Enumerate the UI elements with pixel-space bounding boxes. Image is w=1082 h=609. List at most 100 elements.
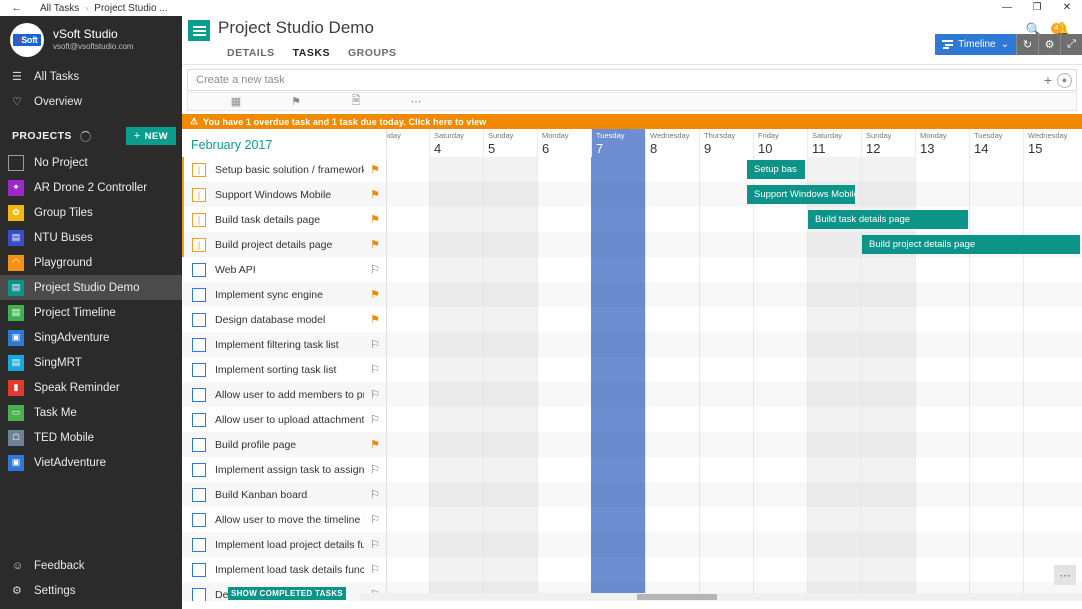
sidebar-project-item[interactable]: ✿Group Tiles	[0, 200, 182, 225]
sidebar-project-item[interactable]: ✦AR Drone 2 Controller	[0, 175, 182, 200]
task-checkbox[interactable]	[192, 563, 206, 577]
task-checkbox[interactable]: |	[192, 213, 206, 227]
task-row[interactable]: Implement load project details functi⚐	[182, 532, 386, 557]
timeline-more-button[interactable]: ⋯	[1054, 565, 1076, 585]
task-row[interactable]: |Build project details page⚑	[182, 232, 386, 257]
task-row[interactable]: Web API⚐	[182, 257, 386, 282]
task-checkbox[interactable]: |	[192, 238, 206, 252]
flag-icon[interactable]: ⚑	[364, 438, 386, 451]
calendar-icon[interactable]: ▦	[206, 95, 266, 108]
flag-icon[interactable]: ⚐	[364, 513, 386, 526]
sidebar-project-item[interactable]: ▤Project Timeline	[0, 300, 182, 325]
day-header-cell[interactable]: Friday10	[753, 129, 807, 157]
gantt-bar[interactable]: Build task details page	[808, 210, 968, 229]
flag-icon[interactable]: ⚐	[364, 338, 386, 351]
task-checkbox[interactable]	[192, 388, 206, 402]
day-header-cell[interactable]: Saturday4	[429, 129, 483, 157]
day-header-cell[interactable]: Sunday5	[483, 129, 537, 157]
task-row[interactable]: Design database model⚑	[182, 307, 386, 332]
flag-icon[interactable]: ⚐	[364, 563, 386, 576]
settings-icon[interactable]: ⚙	[1038, 34, 1060, 55]
day-header-cell[interactable]: Monday6	[537, 129, 591, 157]
task-row[interactable]: Implement sorting task list⚐	[182, 357, 386, 382]
flag-icon[interactable]: ⚑	[364, 288, 386, 301]
account-header[interactable]: vSoft vSoft Studio vsoft@vsoftstudio.com	[0, 16, 182, 64]
day-header-cell[interactable]: Thursday9	[699, 129, 753, 157]
day-header-cell[interactable]: Tuesday7	[591, 129, 645, 157]
window-close-button[interactable]: ✕	[1052, 0, 1082, 16]
new-task-input[interactable]	[188, 74, 1039, 86]
refresh-icon[interactable]: ↻	[1016, 34, 1038, 55]
breadcrumb-all-tasks[interactable]: All Tasks	[34, 3, 85, 14]
flag-icon[interactable]: ⚐	[364, 463, 386, 476]
view-mode-timeline-button[interactable]: Timeline ⌄	[935, 34, 1016, 55]
tab-details[interactable]: DETAILS	[218, 44, 284, 63]
gantt-bar[interactable]: Setup bas	[747, 160, 805, 179]
task-checkbox[interactable]: |	[192, 188, 206, 202]
flag-icon[interactable]: ⚑	[364, 238, 386, 251]
task-checkbox[interactable]: |	[192, 163, 206, 177]
flag-icon[interactable]: ⚐	[364, 488, 386, 501]
expand-icon[interactable]: ⤢	[1060, 34, 1082, 55]
task-row[interactable]: |Setup basic solution / framework⚑	[182, 157, 386, 182]
task-checkbox[interactable]	[192, 313, 206, 327]
note-icon[interactable]: 🗎	[326, 92, 386, 111]
task-row[interactable]: Implement filtering task list⚐	[182, 332, 386, 357]
flag-icon[interactable]: ⚑	[364, 188, 386, 201]
gantt-bar[interactable]: Support Windows Mobile	[747, 185, 855, 204]
sidebar-item-all-tasks[interactable]: ☰ All Tasks	[0, 64, 182, 89]
task-row[interactable]: Build Kanban board⚐	[182, 482, 386, 507]
more-icon[interactable]: ⋯	[386, 95, 446, 108]
sidebar-project-item[interactable]: ▤SingMRT	[0, 350, 182, 375]
sidebar-project-item[interactable]: ▣VietAdventure	[0, 450, 182, 475]
sidebar-project-item[interactable]: ▮Speak Reminder	[0, 375, 182, 400]
task-checkbox[interactable]	[192, 438, 206, 452]
day-header-cell[interactable]: Wednesday15	[1023, 129, 1077, 157]
task-checkbox[interactable]	[192, 488, 206, 502]
day-header-cell[interactable]: Wednesday8	[645, 129, 699, 157]
day-header-cell[interactable]: Saturday11	[807, 129, 861, 157]
task-checkbox[interactable]	[192, 263, 206, 277]
day-header-cell[interactable]: Monday13	[915, 129, 969, 157]
day-header-cell[interactable]: Sunday12	[861, 129, 915, 157]
sidebar-item-settings[interactable]: ⚙ Settings	[0, 578, 182, 603]
horizontal-scroll-thumb[interactable]	[637, 594, 717, 600]
task-row[interactable]: Allow user to upload attachments to⚐	[182, 407, 386, 432]
task-checkbox[interactable]	[192, 588, 206, 602]
flag-icon[interactable]: ⚑	[266, 95, 326, 108]
person-icon[interactable]: ●	[1057, 73, 1072, 88]
sidebar-item-overview[interactable]: ♡ Overview	[0, 89, 182, 114]
task-checkbox[interactable]	[192, 288, 206, 302]
flag-icon[interactable]: ⚐	[364, 538, 386, 551]
show-completed-tasks-button[interactable]: SHOW COMPLETED TASKS	[228, 587, 346, 600]
window-minimize-button[interactable]: —	[992, 0, 1022, 16]
task-row[interactable]: Build profile page⚑	[182, 432, 386, 457]
task-row[interactable]: Allow user to move the timeline bar (⚐	[182, 507, 386, 532]
task-row[interactable]: Allow user to add members to projec⚐	[182, 382, 386, 407]
sidebar-project-item[interactable]: ▭Task Me	[0, 400, 182, 425]
flag-icon[interactable]: ⚑	[364, 213, 386, 226]
task-row[interactable]: Implement load task details function⚐	[182, 557, 386, 582]
task-row[interactable]: Implement assign task to assignees f⚐	[182, 457, 386, 482]
tab-tasks[interactable]: TASKS	[284, 44, 339, 63]
sidebar-project-item[interactable]: ☖TED Mobile	[0, 425, 182, 450]
sidebar-project-item[interactable]: ▤NTU Buses	[0, 225, 182, 250]
back-button[interactable]: ←	[0, 2, 34, 14]
breadcrumb-project[interactable]: Project Studio ...	[88, 3, 173, 14]
task-checkbox[interactable]	[192, 538, 206, 552]
flag-icon[interactable]: ⚑	[364, 313, 386, 326]
task-checkbox[interactable]	[192, 513, 206, 527]
task-row[interactable]: Implement sync engine⚑	[182, 282, 386, 307]
task-checkbox[interactable]	[192, 413, 206, 427]
sidebar-item-feedback[interactable]: ☺ Feedback	[0, 553, 182, 578]
tab-groups[interactable]: GROUPS	[339, 44, 406, 63]
hamburger-icon[interactable]	[188, 20, 210, 41]
gantt-bar[interactable]: Build project details page	[862, 235, 1080, 254]
flag-icon[interactable]: ⚑	[364, 163, 386, 176]
task-row[interactable]: |Build task details page⚑	[182, 207, 386, 232]
overdue-alert-banner[interactable]: ⚠ You have 1 overdue task and 1 task due…	[182, 114, 1082, 129]
horizontal-scrollbar[interactable]	[387, 593, 1082, 601]
sidebar-project-item[interactable]: No Project	[0, 150, 182, 175]
flag-icon[interactable]: ⚐	[364, 263, 386, 276]
new-project-button[interactable]: + NEW	[126, 127, 176, 145]
